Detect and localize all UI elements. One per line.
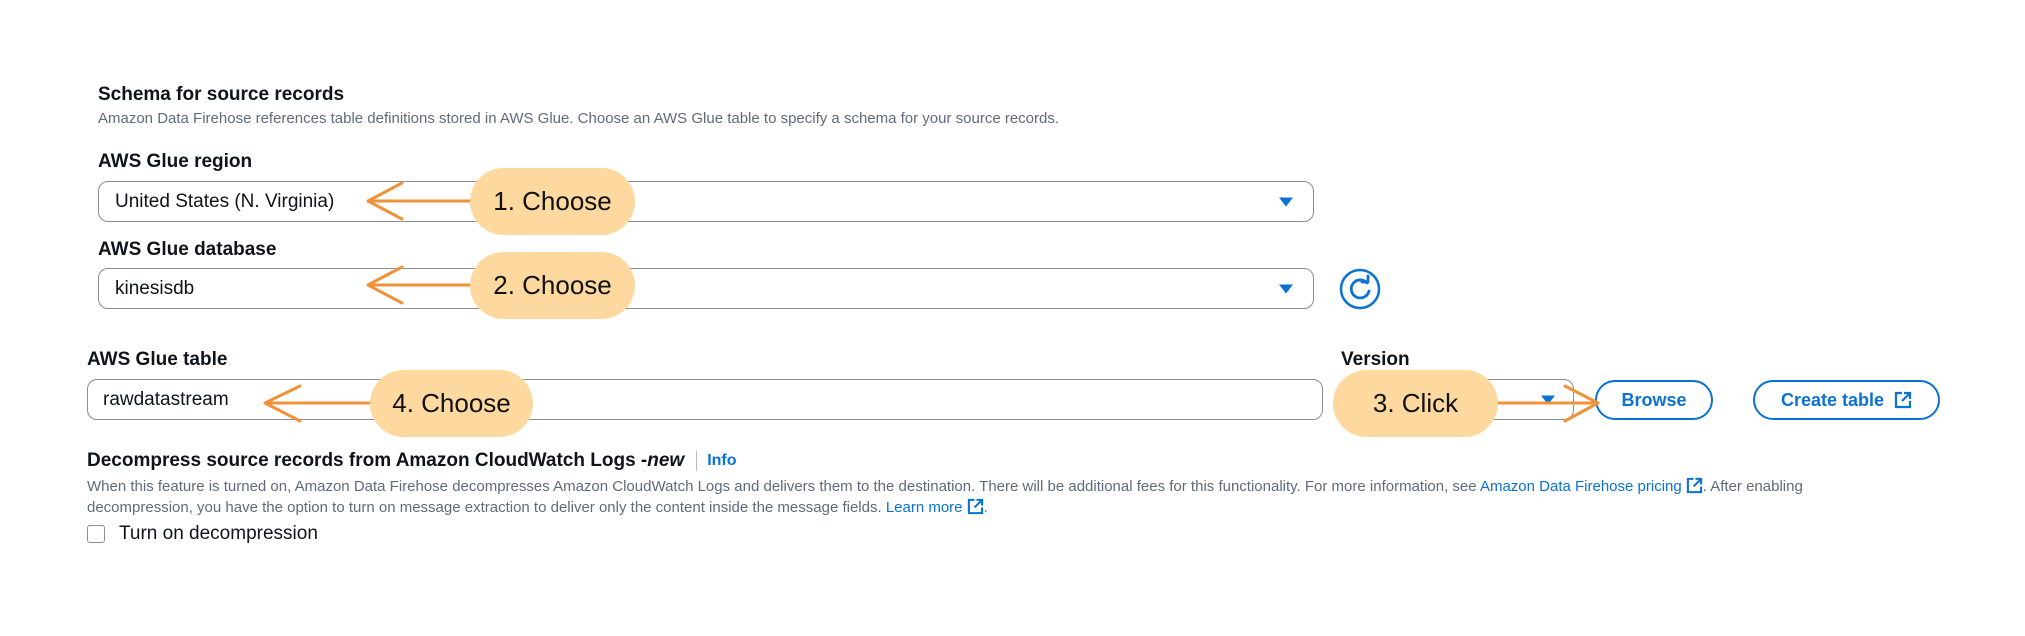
arrow-step2 [366, 265, 477, 305]
annotation-arrows [263, 181, 1600, 423]
annotation-step4: 4. Choose [370, 370, 533, 437]
arrow-step1 [366, 181, 477, 221]
annotation-step1: 1. Choose [470, 168, 635, 235]
annotation-step2: 2. Choose [470, 252, 635, 319]
arrow-step4 [263, 384, 377, 423]
arrow-step3 [1488, 384, 1600, 423]
annotation-step3: 3. Click [1333, 370, 1498, 437]
